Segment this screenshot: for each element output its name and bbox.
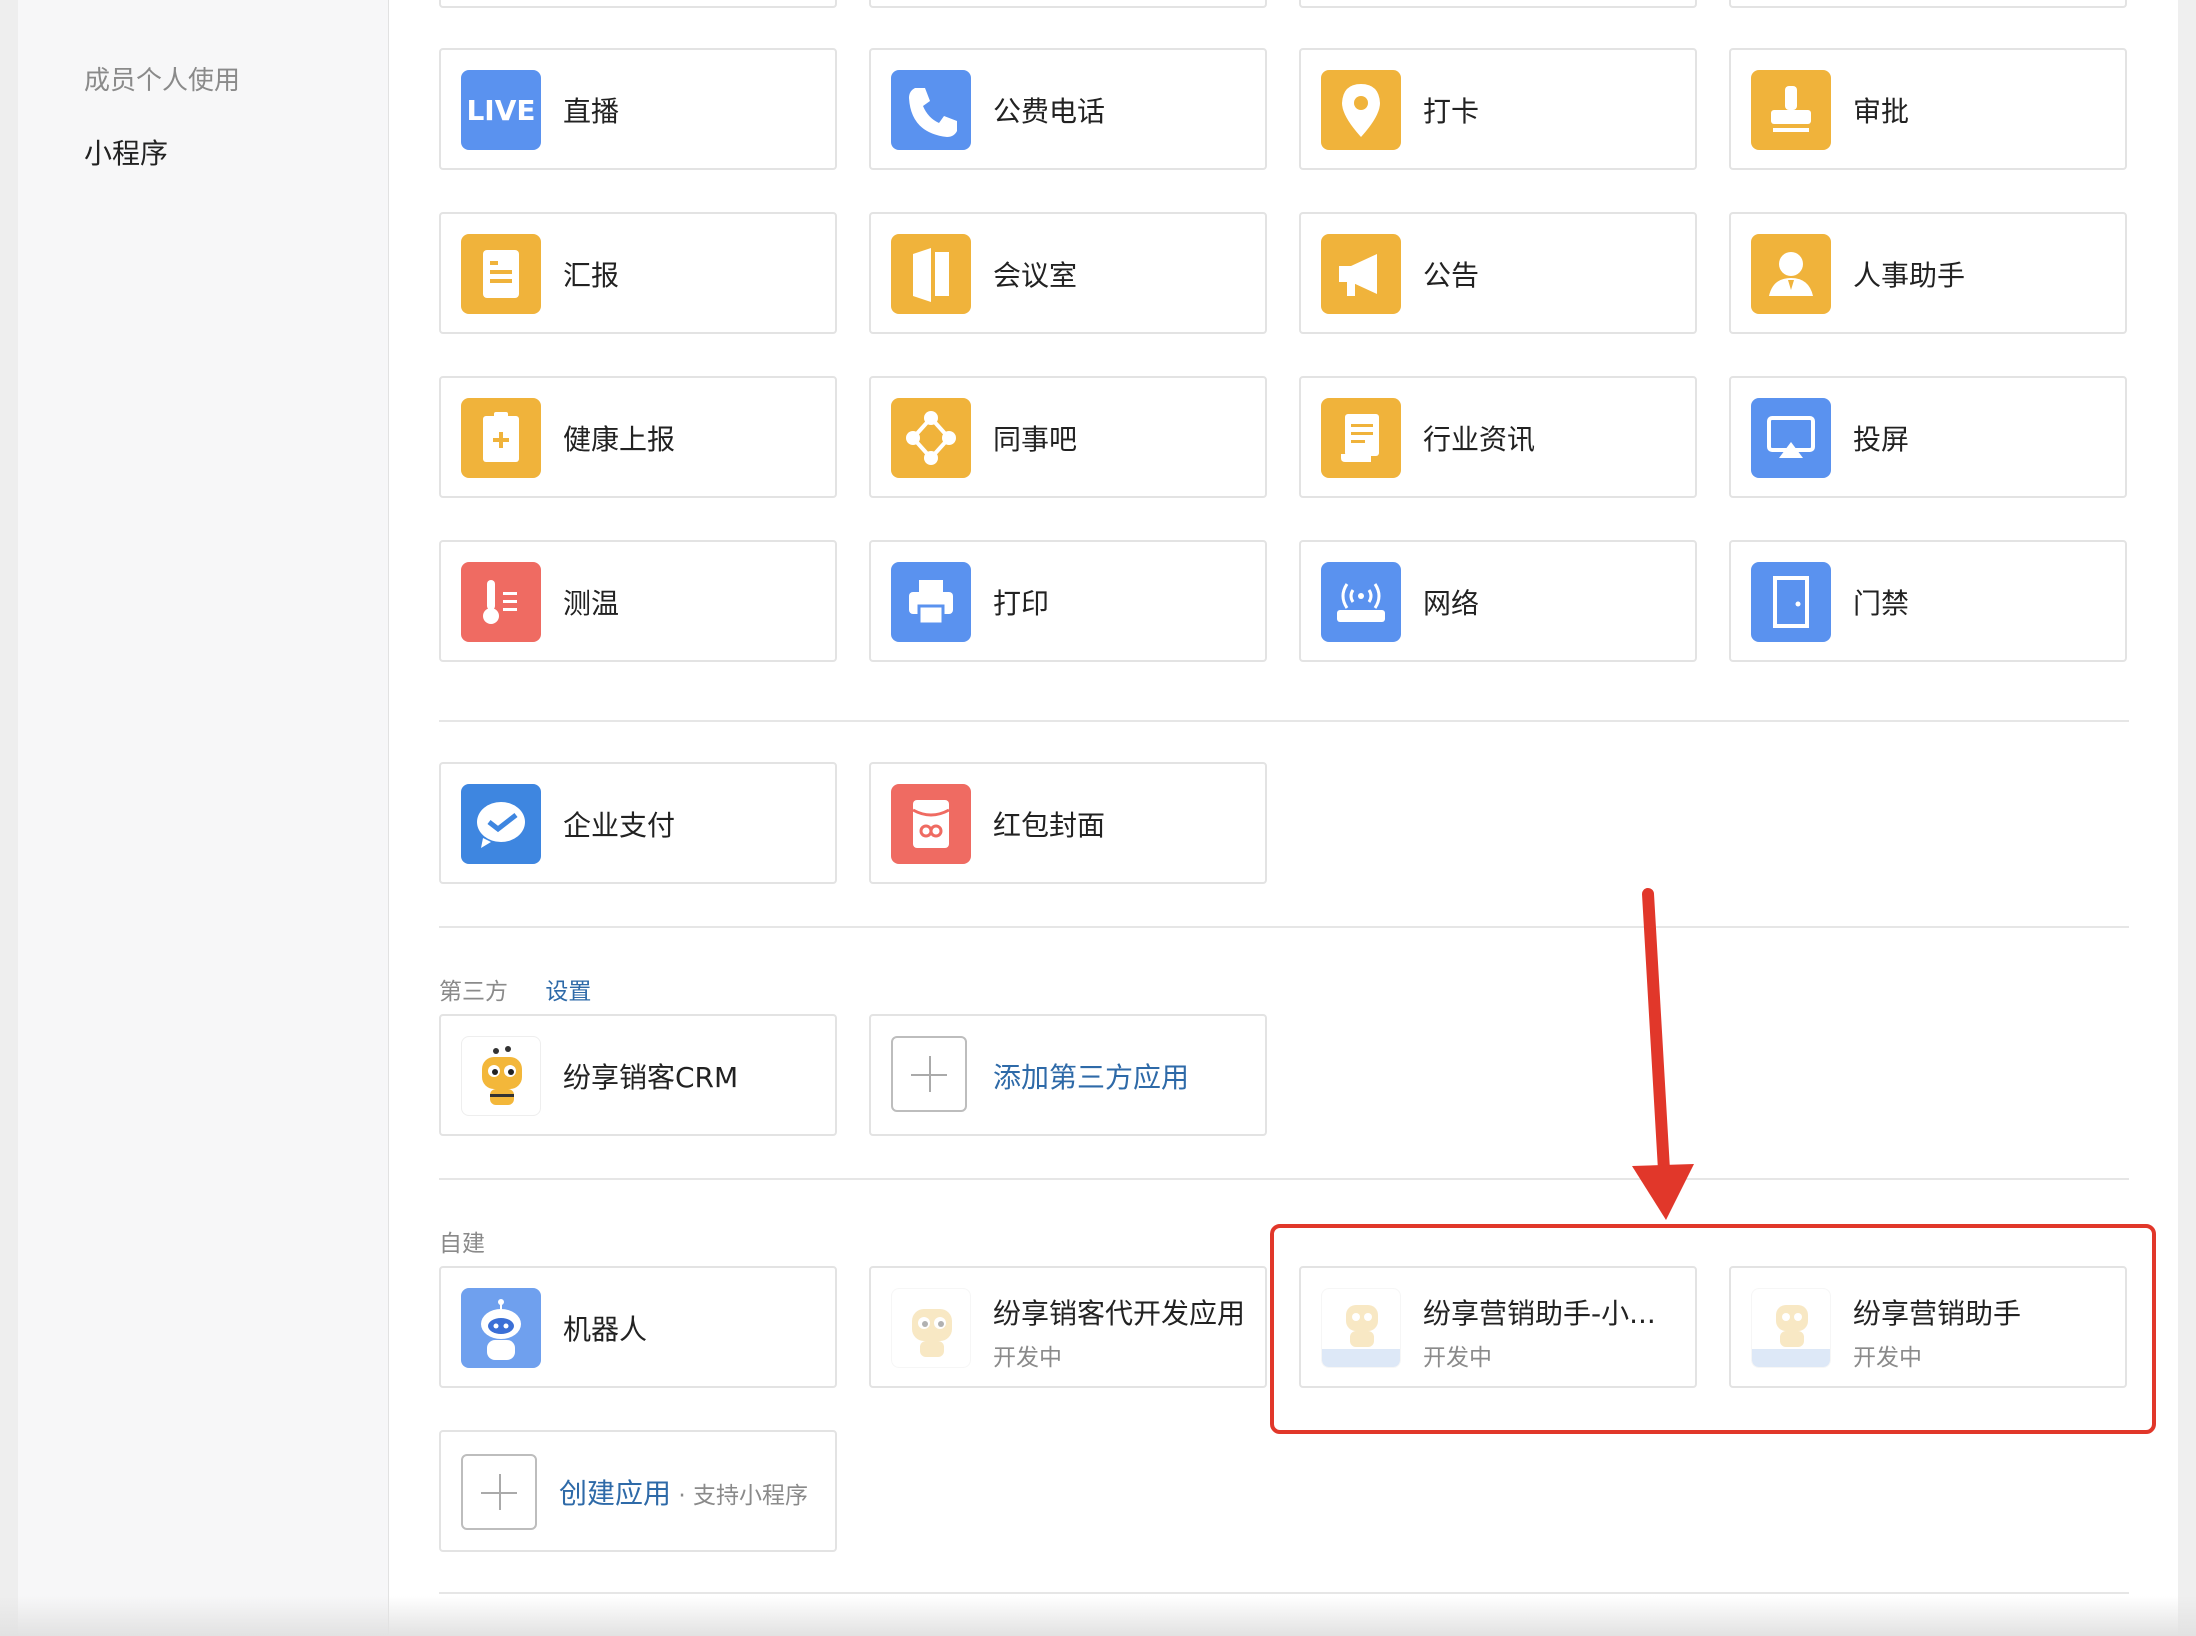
right-edge	[2178, 0, 2196, 1636]
annotation-arrow	[1632, 888, 1694, 1220]
bottom-fade	[0, 1596, 2196, 1636]
